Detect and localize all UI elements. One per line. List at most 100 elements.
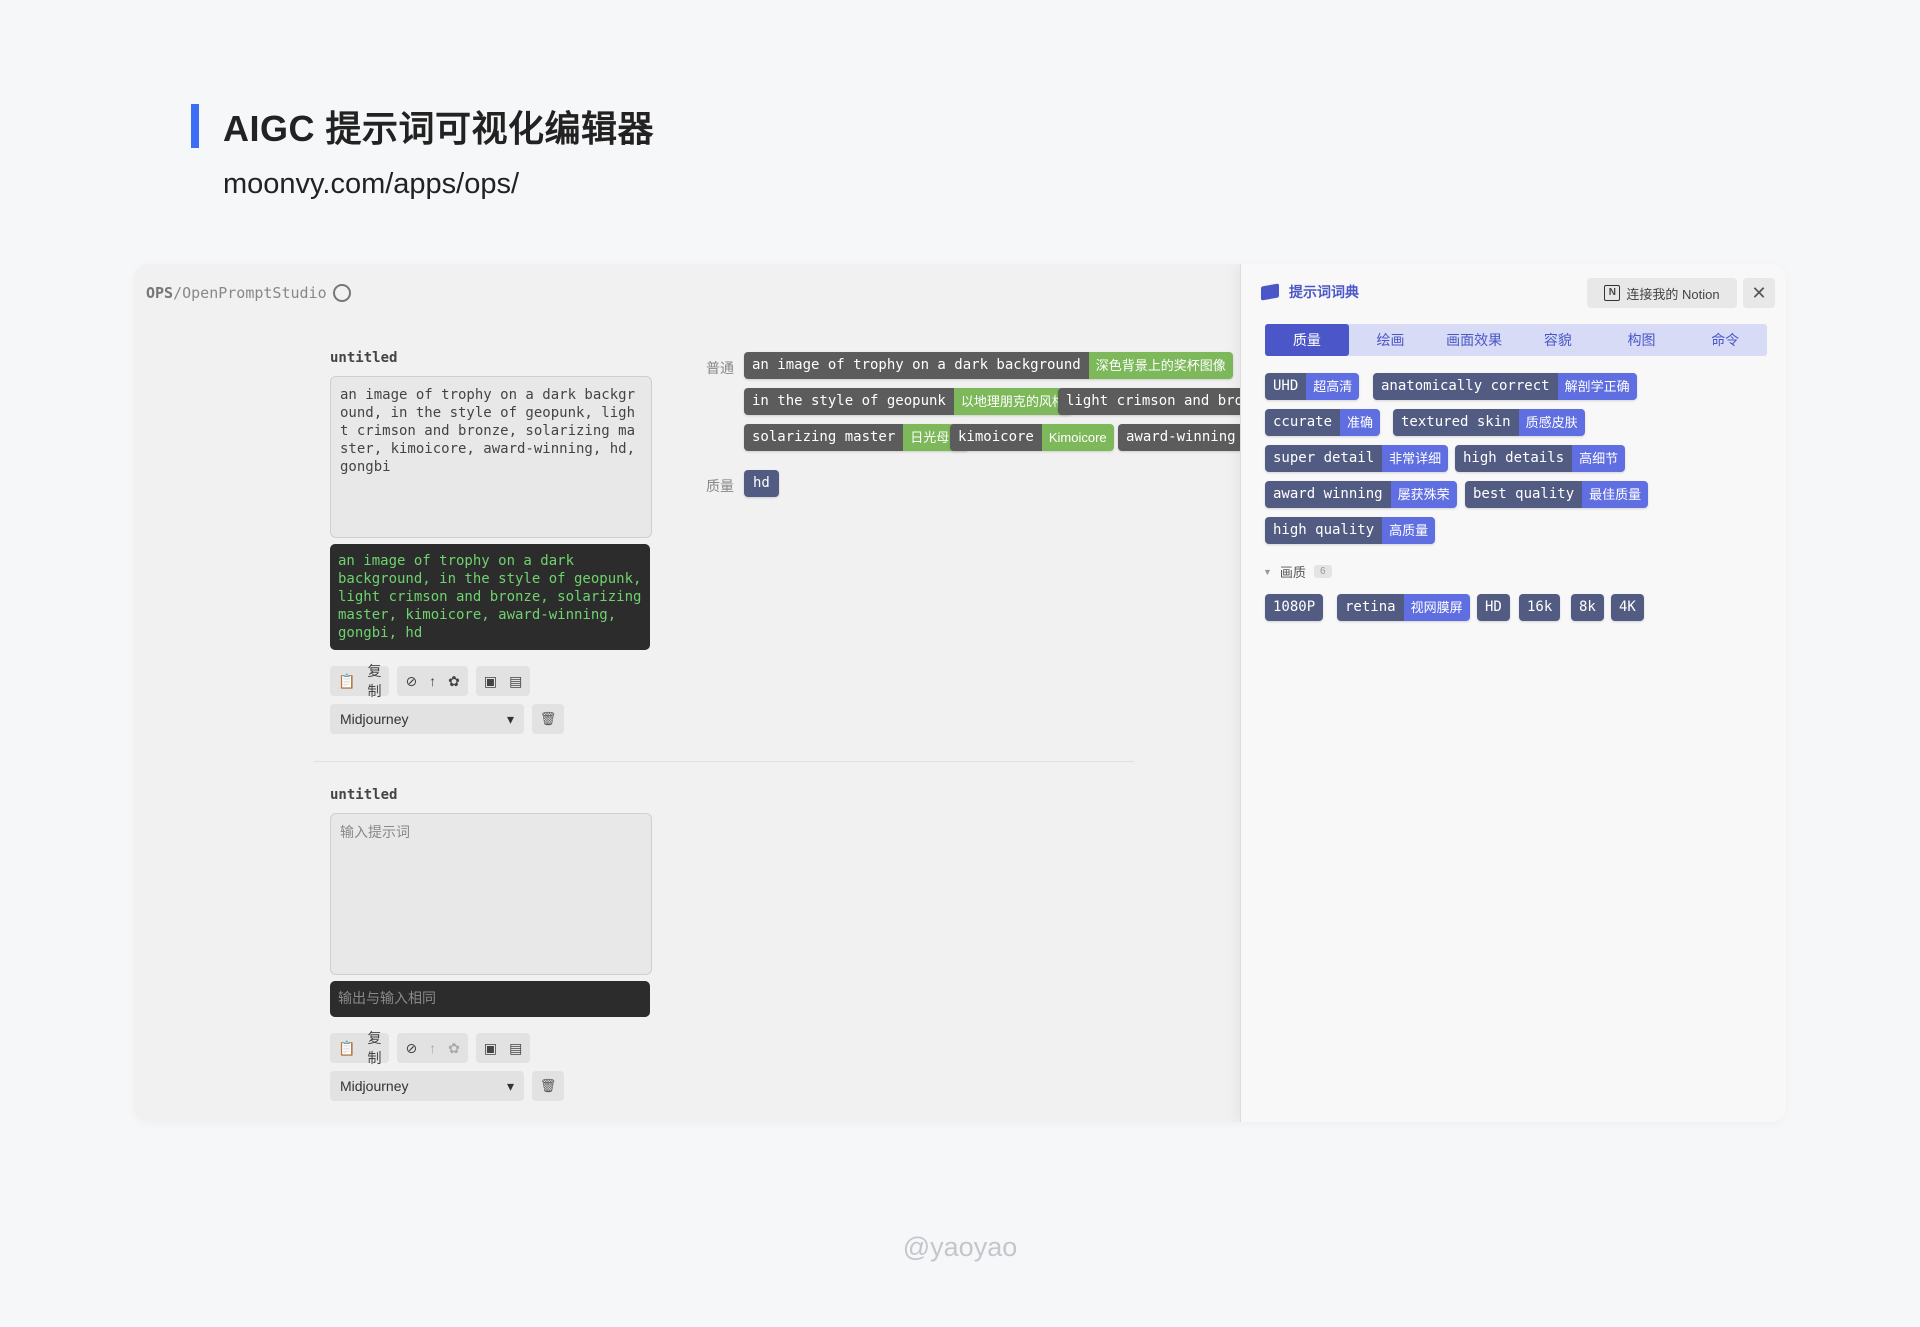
palette-icon[interactable]: ✿ [448,673,460,690]
book-icon [1261,283,1279,301]
palette-icon[interactable]: ✿ [448,1040,460,1057]
drawer-header: 提示词词典 [1261,282,1359,302]
prompt-output[interactable]: 输出与输入相同 [330,981,650,1017]
tag-text: in the style of geopunk [744,388,954,415]
tag-translation: 高细节 [1572,445,1626,472]
group-header[interactable]: ▼ 画质 6 [1263,562,1332,581]
prompt-editor-1: untitled an image of trophy on a dark ba… [330,350,652,734]
prompt-input[interactable]: 输入提示词 [330,813,652,975]
clear-icon[interactable]: ⊘ [405,1040,417,1057]
dictionary-tag[interactable]: super detail 非常详细 [1265,445,1449,472]
delete-button[interactable]: 🗑 [532,704,564,734]
dictionary-tag[interactable]: textured skin 质感皮肤 [1393,409,1585,436]
row-label-normal: 普通 [706,360,734,376]
chevron-down-icon: ▾ [506,710,514,727]
dictionary-tag[interactable]: 1080P [1265,594,1324,621]
slide-title: AIGC 提示词可视化编辑器 [191,104,654,149]
dictionary-tag[interactable]: best quality 最佳质量 [1465,481,1649,508]
dictionary-tag[interactable]: 8k [1571,594,1604,621]
tag-text: award-winning [1118,424,1244,451]
tab-appearance[interactable]: 容貌 [1516,324,1600,356]
arrow-up-icon[interactable]: ↑ [429,1040,436,1056]
tag-text: ccurate [1265,409,1341,436]
delete-button[interactable]: 🗑 [532,1071,564,1101]
tab-painting[interactable]: 绘画 [1349,324,1433,356]
prompt-output[interactable]: an image of trophy on a dark background,… [330,544,650,650]
prompt-tag[interactable]: award-winning [1118,424,1244,451]
prompt-tag[interactable]: an image of trophy on a dark background 深… [744,352,1233,379]
editor-toolbar: 📋 复制 ⊘ ↑ ✿ ▣ ▤ [330,663,531,699]
tag-translation: 视网膜屏 [1403,594,1470,621]
close-button[interactable]: ✕ [1743,278,1775,308]
tag-text: 8k [1571,594,1604,621]
model-value: Midjourney [340,711,409,727]
prompt-tag[interactable]: solarizing master 日光母版 [744,424,970,451]
clear-icon[interactable]: ⊘ [405,673,417,690]
prompt-tag[interactable]: in the style of geopunk 以地理朋克的风格 [744,388,1072,415]
editor-title: untitled [330,787,398,803]
tag-text: kimoicore [950,424,1042,451]
dictionary-tag[interactable]: 16k [1519,594,1561,621]
image-icon[interactable]: ▣ [484,1040,497,1057]
prompt-tag[interactable]: hd [744,470,779,497]
dictionary-tag[interactable]: high details 高细节 [1455,445,1626,472]
title-accent-bar [191,104,199,148]
brand[interactable]: OPS /OpenPromptStudio [146,284,351,302]
tag-text: UHD [1265,373,1307,400]
connect-notion-button[interactable]: N 连接我的 Notion [1587,278,1737,308]
trash-icon: 🗑 [539,711,557,726]
image-icon[interactable]: ▣ [484,673,497,690]
tag-text: high details [1455,445,1573,472]
hd-icon[interactable]: ▤ [509,1040,522,1057]
tab-quality[interactable]: 质量 [1265,324,1349,356]
model-select[interactable]: Midjourney ▾ [330,1071,524,1101]
github-icon[interactable] [332,284,351,302]
tag-translation: 以地理朋克的风格 [953,388,1072,415]
tag-text: 16k [1519,594,1561,621]
prompt-tag[interactable]: kimoicore Kimoicore [950,424,1114,451]
editor-title: untitled [330,350,398,366]
tag-text: retina [1337,594,1404,621]
tag-translation: Kimoicore [1041,424,1114,451]
dictionary-drawer: 提示词词典 N 连接我的 Notion ✕ 质量 绘画 画面效果 容貌 构图 命… [1240,264,1786,1122]
dictionary-tag[interactable]: HD [1477,594,1510,621]
dictionary-tag[interactable]: award winning 屡获殊荣 [1265,481,1457,508]
tag-text: super detail [1265,445,1383,472]
editor-divider [314,761,1134,762]
prompt-editor-2: untitled 输入提示词 输出与输入相同 📋 复制 ⊘ ↑ ✿ ▣ ▤ Mi… [330,787,652,1101]
model-selector-row: Midjourney ▾ 🗑 [330,1071,564,1101]
dictionary-tag[interactable]: UHD 超高清 [1265,373,1360,400]
dictionary-tag[interactable]: ccurate 准确 [1265,409,1381,436]
slide-url: moonvy.com/apps/ops/ [223,168,520,200]
dictionary-tag[interactable]: 4K [1611,594,1644,621]
arrow-up-icon[interactable]: ↑ [429,673,436,689]
chevron-down-icon: ▾ [506,1077,514,1094]
tag-translation: 高质量 [1382,517,1436,544]
group-count: 6 [1313,565,1332,578]
media-group: ▣ ▤ [475,666,531,696]
hd-icon[interactable]: ▤ [509,673,522,690]
row-label-quality: 质量 [706,478,734,494]
model-select[interactable]: Midjourney ▾ [330,704,524,734]
tag-translation: 超高清 [1306,373,1360,400]
tab-command[interactable]: 命令 [1683,324,1767,356]
tag-text: high quality [1265,517,1383,544]
tab-composition[interactable]: 构图 [1600,324,1684,356]
tag-text: an image of trophy on a dark background [744,352,1089,379]
notion-icon: N [1604,285,1621,301]
close-icon: ✕ [1751,282,1767,303]
tag-text: hd [744,470,779,497]
clipboard-icon: 📋 [338,1039,356,1056]
tag-translation: 最佳质量 [1582,481,1649,508]
trash-icon: 🗑 [539,1078,557,1093]
dictionary-tag[interactable]: high quality 高质量 [1265,517,1436,544]
copy-button[interactable]: 📋 复制 [330,1030,390,1066]
tab-effects[interactable]: 画面效果 [1432,324,1516,356]
notion-label: 连接我的 Notion [1626,286,1720,302]
footer-credit: @yaoyao [902,1232,1018,1262]
model-selector-row: Midjourney ▾ 🗑 [330,704,564,734]
prompt-input[interactable]: an image of trophy on a dark background,… [330,376,652,538]
dictionary-tag[interactable]: retina 视网膜屏 [1337,594,1470,621]
dictionary-tag[interactable]: anatomically correct 解剖学正确 [1373,373,1637,400]
copy-button[interactable]: 📋 复制 [330,663,390,699]
